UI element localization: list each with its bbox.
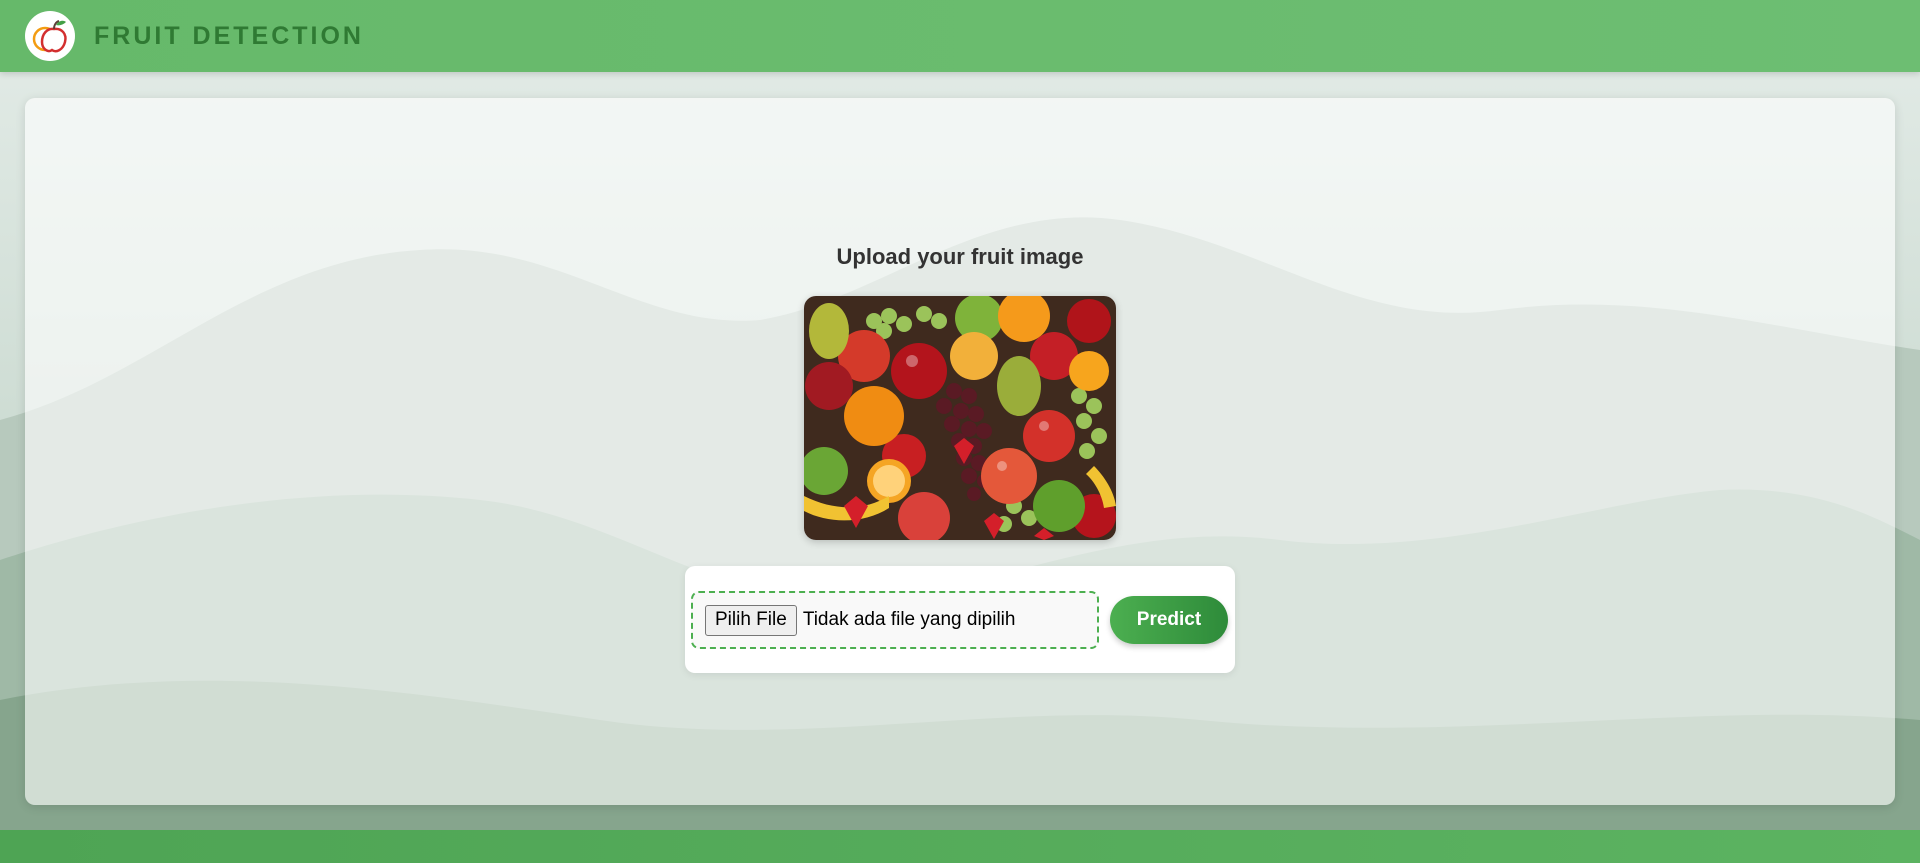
choose-file-button[interactable]: Pilih File	[705, 604, 797, 636]
apple-logo-icon	[25, 11, 75, 61]
predict-button[interactable]: Predict	[1110, 596, 1228, 644]
app-title: FRUIT DETECTION	[94, 21, 364, 50]
fruit-preview-image	[804, 296, 1116, 540]
app-footer	[0, 830, 1920, 863]
upload-heading: Upload your fruit image	[836, 244, 1084, 269]
app-header: FRUIT DETECTION	[0, 0, 1920, 72]
upload-card: Upload your fruit image Pilih File Tidak…	[25, 98, 1895, 805]
file-input[interactable]: Pilih File Tidak ada file yang dipilih	[691, 591, 1099, 649]
upload-form: Pilih File Tidak ada file yang dipilih P…	[685, 566, 1235, 673]
file-status-text: Tidak ada file yang dipilih	[802, 609, 1016, 630]
